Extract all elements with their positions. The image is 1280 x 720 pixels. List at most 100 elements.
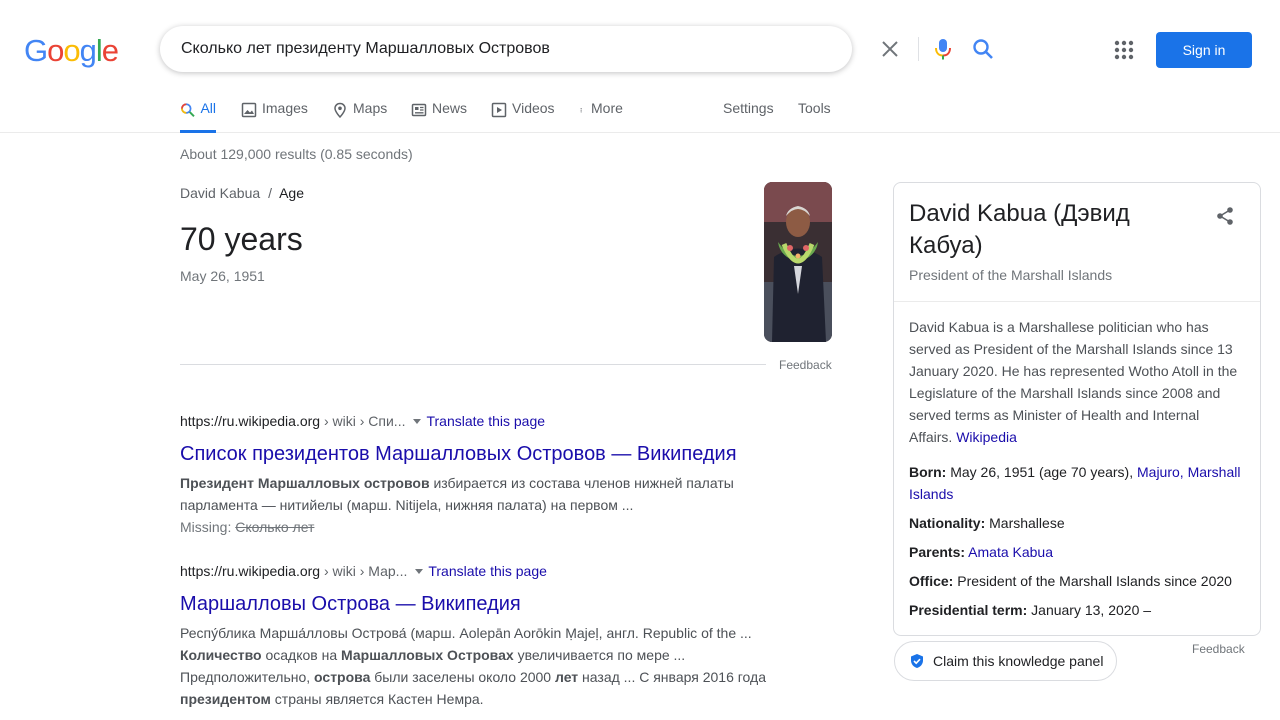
snippet-bold: президентом (180, 691, 271, 707)
tab-images[interactable]: Images (241, 100, 308, 133)
fact-value: May 26, 1951 (age 70 years), (950, 464, 1134, 480)
result-url[interactable]: https://ru.wikipedia.org › wiki › Спи...… (180, 413, 780, 433)
microphone-icon[interactable] (932, 37, 954, 61)
tab-settings[interactable]: Settings (723, 100, 774, 133)
search-icon (181, 103, 195, 117)
kp-subtitle: President of the Marshall Islands (909, 267, 1113, 283)
kp-divider (894, 301, 1260, 302)
tab-videos[interactable]: Videos (491, 100, 555, 133)
snippet-text: осадков на (261, 647, 342, 663)
search-box: Сколько лет президенту Маршалловых Остро… (160, 26, 993, 72)
snippet-bold: Количество (180, 647, 262, 663)
kp-fact-office: Office: President of the Marshall Island… (909, 570, 1249, 592)
missing-terms-strike: Сколько лет (235, 519, 315, 535)
share-icon[interactable] (1214, 205, 1236, 227)
kp-fact-born: Born: May 26, 1951 (age 70 years), Majur… (909, 461, 1249, 505)
tab-tools[interactable]: Tools (798, 100, 831, 133)
parent-link[interactable]: Amata Kabua (968, 544, 1053, 560)
fact-label: Office: (909, 573, 954, 589)
kp-title: David Kabua (Дэвид Кабуа) (909, 200, 1130, 259)
verified-shield-icon (911, 654, 923, 668)
tab-all[interactable]: All (180, 100, 216, 133)
play-icon (491, 102, 507, 118)
person-photo[interactable] (764, 182, 832, 342)
search-input[interactable]: Сколько лет президенту Маршалловых Остро… (181, 40, 550, 58)
claim-panel-button[interactable]: Claim this knowledge panel (894, 641, 1117, 681)
search-result: https://ru.wikipedia.org › wiki › Спи...… (180, 413, 780, 538)
kp-feedback-link[interactable]: Feedback (1192, 642, 1245, 656)
result-stats: About 129,000 results (0.85 seconds) (180, 146, 413, 162)
result-path: › wiki › Спи... (320, 413, 406, 429)
snippet-bold: Президент Маршалловых островов (180, 475, 430, 491)
snippet-line: Предположительно, острова были заселены … (180, 666, 790, 688)
snippet-text: страны является Кастен Немра. (270, 691, 484, 707)
result-title-link[interactable]: Список президентов Маршалловых Островов … (180, 441, 780, 467)
fact-label: Nationality: (909, 515, 986, 531)
kp-description-text: David Kabua is a Marshallese politician … (909, 319, 1238, 445)
answer-attribute: Age (279, 185, 304, 201)
image-icon (241, 102, 257, 118)
news-icon (411, 103, 427, 117)
fact-label: Born: (909, 464, 947, 480)
kp-fact-nationality: Nationality: Marshallese (909, 512, 1249, 534)
missing-label: Missing: (180, 519, 236, 535)
tab-more[interactable]: More (580, 100, 623, 133)
result-snippet: Президент Маршалловых островов избираетс… (180, 472, 780, 516)
tab-label: Videos (512, 100, 555, 116)
answer-divider (180, 364, 766, 365)
header: Google Сколько лет президенту Маршалловы… (0, 0, 1280, 133)
caret-down-icon[interactable] (413, 418, 422, 424)
snippet-line: президентом страны является Кастен Немра… (180, 688, 790, 710)
result-site: https://ru.wikipedia.org (180, 413, 321, 429)
snippet-bold: лет (554, 669, 579, 685)
tab-label: Maps (353, 100, 388, 116)
tab-label: More (591, 100, 623, 116)
snippet-bold: Маршалловых Островах (341, 647, 514, 663)
fact-value: President of the Marshall Islands since … (957, 573, 1232, 589)
answer-value: 70 years (180, 221, 303, 257)
clear-icon[interactable] (880, 39, 900, 59)
fact-value: Marshallese (989, 515, 1065, 531)
translate-link[interactable]: Translate this page (426, 413, 545, 429)
search-icon[interactable] (972, 38, 994, 60)
result-title-link[interactable]: Маршалловы Острова — Википедия (180, 591, 790, 617)
search-divider (918, 37, 919, 61)
knowledge-panel: David Kabua (Дэвид Кабуа) President of t… (893, 182, 1261, 636)
missing-terms: Missing: Сколько лет (180, 516, 780, 538)
fact-label: Presidential term: (909, 602, 1028, 618)
google-logo[interactable]: Google (24, 33, 119, 69)
apps-grid-icon[interactable] (1112, 38, 1136, 62)
snippet-bold: острова (314, 669, 371, 685)
wikipedia-link[interactable]: Wikipedia (956, 429, 1017, 445)
snippet-text: назад ... С января 2016 года (578, 669, 766, 685)
snippet-text: увеличивается по мере ... (513, 647, 686, 663)
answer-entity-link[interactable]: David Kabua (180, 185, 260, 201)
tab-maps[interactable]: Maps (332, 100, 387, 133)
fact-label: Parents: (909, 544, 966, 560)
result-site: https://ru.wikipedia.org (180, 563, 321, 579)
fact-value: January 13, 2020 – (1031, 602, 1152, 618)
sign-in-button[interactable]: Sign in (1156, 32, 1252, 68)
tab-news[interactable]: News (411, 100, 467, 133)
snippet-text: были заселены около 2000 (370, 669, 555, 685)
result-path: › wiki › Мар... (320, 563, 408, 579)
claim-label: Claim this knowledge panel (933, 653, 1104, 669)
kp-description: David Kabua is a Marshallese politician … (909, 316, 1245, 448)
snippet-line: Респу́блика Марша́лловы Острова́ (марш. … (180, 625, 752, 641)
result-snippet: Респу́блика Марша́лловы Острова́ (марш. … (180, 622, 790, 710)
tab-label: All (200, 100, 216, 116)
kp-fact-term: Presidential term: January 13, 2020 – (909, 599, 1249, 621)
caret-down-icon[interactable] (415, 568, 424, 574)
translate-link[interactable]: Translate this page (428, 563, 547, 579)
tab-label: News (432, 100, 468, 116)
tab-label: Images (262, 100, 308, 116)
result-url[interactable]: https://ru.wikipedia.org › wiki › Мар...… (180, 563, 790, 583)
kp-fact-parents: Parents: Amata Kabua (909, 541, 1249, 563)
search-result: https://ru.wikipedia.org › wiki › Мар...… (180, 563, 790, 710)
breadcrumb-separator: / (268, 185, 272, 201)
snippet-text: Предположительно, (180, 669, 315, 685)
map-pin-icon (334, 102, 346, 118)
answer-feedback-link[interactable]: Feedback (779, 358, 832, 372)
snippet-line: Количество осадков на Маршалловых Остров… (180, 644, 790, 666)
answer-date: May 26, 1951 (180, 268, 265, 284)
